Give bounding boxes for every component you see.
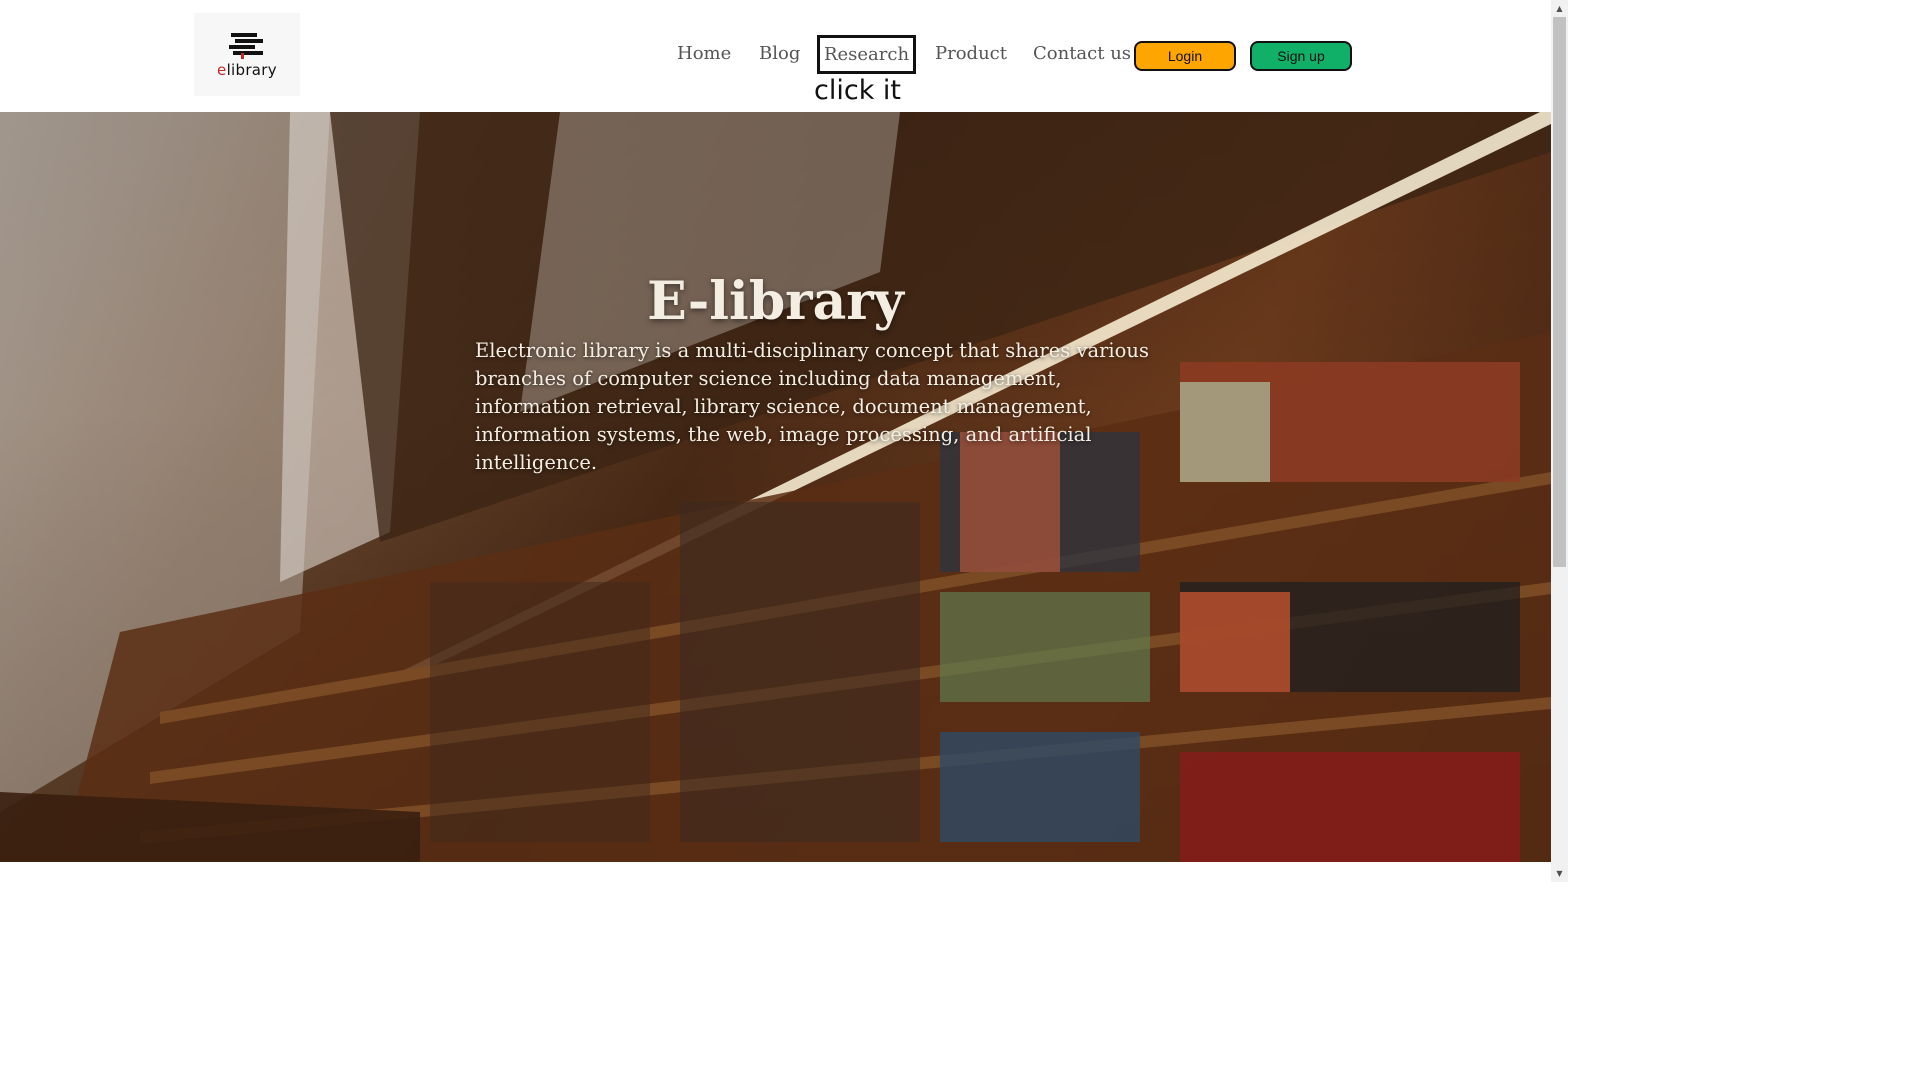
hero-title: E-library <box>647 271 904 332</box>
click-hint-label: click it <box>814 75 901 106</box>
nav-research-link[interactable]: Research <box>817 35 916 74</box>
scroll-down-icon[interactable]: ▼ <box>1551 865 1568 882</box>
scroll-up-icon[interactable]: ▲ <box>1551 0 1568 17</box>
login-button[interactable]: Login <box>1134 41 1236 71</box>
logo-wordmark: elibrary <box>217 61 277 79</box>
books-logo-icon <box>229 33 263 59</box>
nav-contact-link[interactable]: Contact us <box>1033 41 1131 67</box>
nav-home-link[interactable]: Home <box>677 41 731 67</box>
hero-banner: E-library Electronic library is a multi-… <box>0 112 1551 862</box>
nav-blog-link[interactable]: Blog <box>759 41 800 67</box>
site-header: elibrary Home Blog Research Product Cont… <box>0 0 1551 112</box>
page-scrollbar[interactable]: ▲ ▼ <box>1551 0 1568 882</box>
hero-description: Electronic library is a multi-disciplina… <box>475 339 1149 474</box>
elibrary-logo[interactable]: elibrary <box>194 13 300 96</box>
nav-product-link[interactable]: Product <box>935 41 1007 67</box>
scroll-thumb[interactable] <box>1553 17 1566 567</box>
signup-button[interactable]: Sign up <box>1250 41 1352 71</box>
library-background-image <box>0 112 1551 862</box>
